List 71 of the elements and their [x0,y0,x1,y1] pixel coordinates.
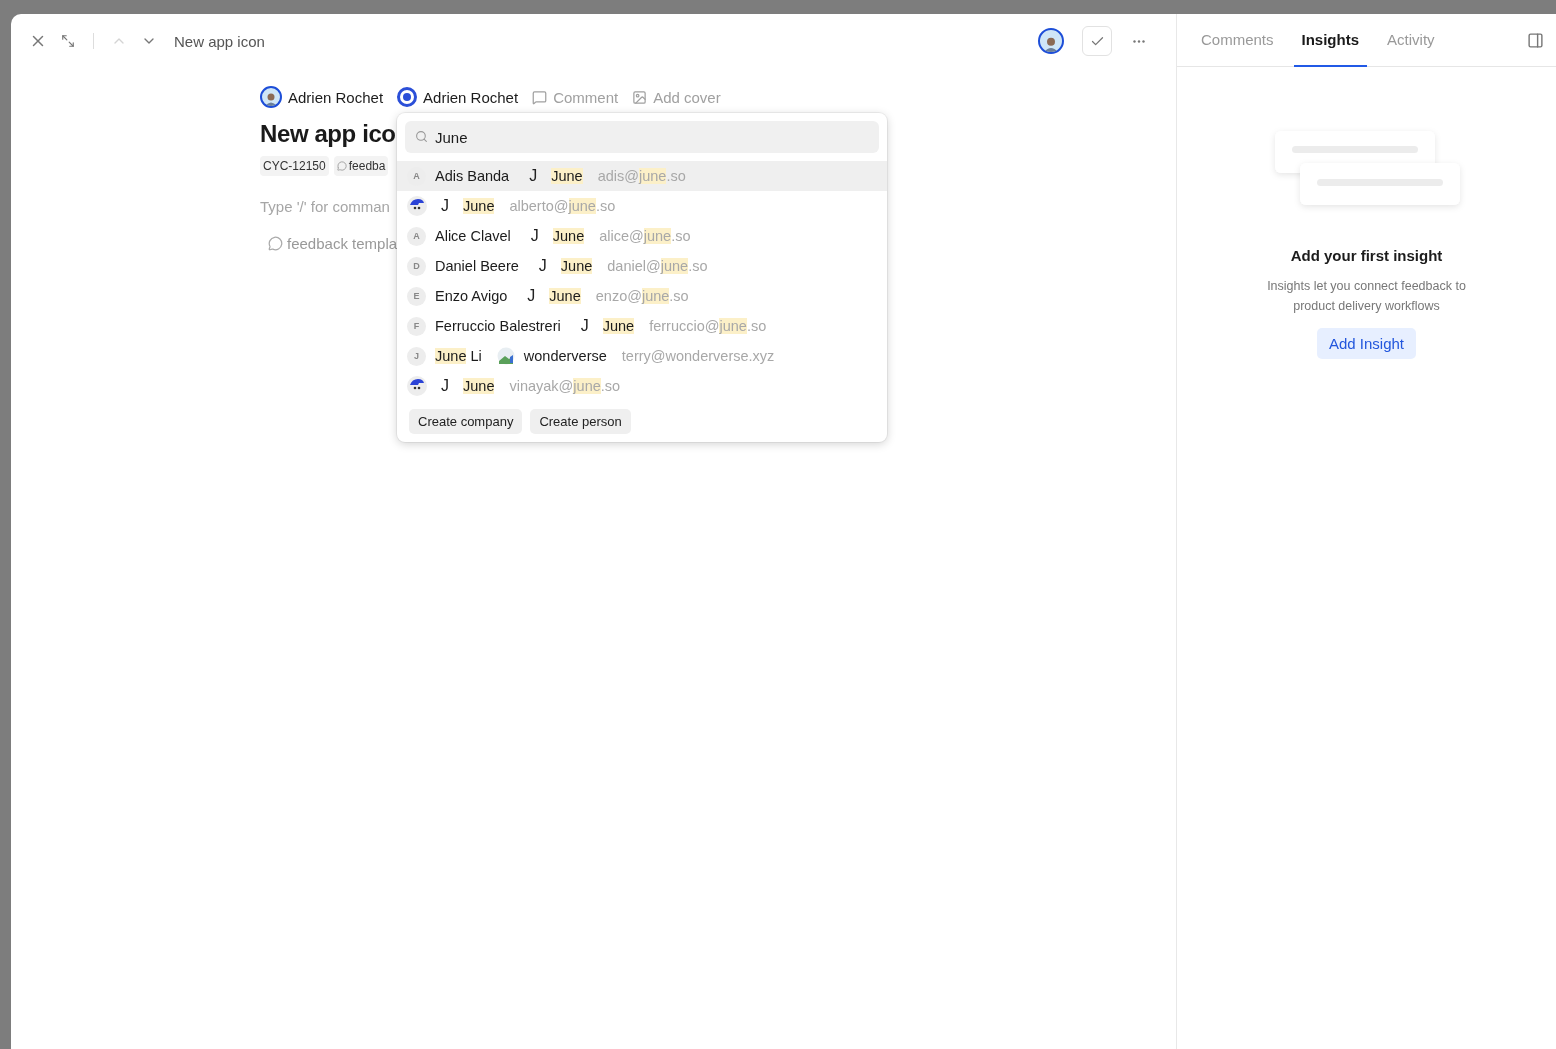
contact-option[interactable]: J June Li wonderverse terry@wonderverse.xyz [397,341,887,371]
contact-option[interactable]: D Daniel Beere J June daniel@june.so [397,251,887,281]
company-name: June [552,228,585,244]
company-name: June [463,378,495,394]
avatar-icon [407,196,427,216]
contact-name: Alice Clavel [435,228,511,244]
contact-name: Ferruccio Balestreri [435,318,561,334]
breadcrumb-title: New app icon [174,32,266,50]
empty-title: Add your first insight [1290,247,1443,264]
side-panel-icon [1527,31,1544,49]
company-name: June [602,318,635,334]
create-button[interactable]: Create company [409,409,523,434]
avatar-initial: D [407,256,426,276]
add-insight-button[interactable]: Add Insight [1316,328,1417,359]
avatar-icon [407,376,427,396]
company-logo: J [528,167,539,185]
contact-option[interactable]: J June alberto@june.so [397,191,887,221]
image-icon [632,89,648,105]
contact-option[interactable]: F Ferruccio Balestreri J June ferruccio@june.so [397,311,887,341]
company-name: wonderverse [523,348,607,364]
contact-email: enzo@june.so [595,288,689,304]
complete-button[interactable] [1082,26,1112,56]
avatar-initial: E [407,286,426,306]
comment-icon [532,89,548,105]
search-field[interactable]: June [405,121,879,153]
company-logo: J [440,197,450,215]
create-button[interactable]: Create person [530,409,631,434]
company-name: June [463,198,495,214]
contact-name: Adis Banda [435,168,510,184]
tag[interactable]: feedba [333,156,389,176]
contact-name: Daniel Beere [435,258,519,274]
contact-name: June Li [435,348,482,364]
contact-email: ferruccio@june.so [649,318,767,334]
contact-option[interactable]: E Enzo Avigo J June enzo@june.so [397,281,887,311]
avatar-icon[interactable] [1038,28,1064,54]
expand-icon [61,34,75,48]
property-button[interactable]: Adrien Rochet [260,86,384,108]
company-logo: J [537,257,548,275]
panel-tab[interactable]: Insights [1293,14,1368,67]
avatar-icon [260,86,282,108]
contact-email: adis@june.so [597,168,686,184]
company-name: June [549,288,581,304]
contact-option[interactable]: A Alice Clavel J June alice@june.so [397,221,887,251]
avatar-initial: F [407,316,426,336]
avatar-initial: J [407,346,426,366]
company-logo: J [440,377,450,395]
contact-option[interactable]: A Adis Banda J June adis@june.so [397,161,887,191]
contact-email: daniel@june.so [607,258,708,274]
contact-option[interactable]: J June vinayak@june.so [397,371,887,401]
company-logo: J [579,317,590,335]
contact-email: terry@wonderverse.xyz [621,348,775,364]
chat-icon [336,161,347,171]
company-name: June [551,168,583,184]
empty-description: Insights let you connect feedback to product delivery workflows [1266,278,1467,315]
search-icon [415,130,428,143]
contact-email: vinayak@june.so [509,378,621,394]
target-icon [397,87,418,107]
more-icon [1133,39,1145,43]
company-name: June [560,258,593,274]
page-title: New app ico [260,120,396,148]
property-button[interactable]: Adrien Rochet [397,87,519,107]
chat-icon [268,236,283,251]
panel-toggle-button[interactable] [1527,31,1544,49]
company-logo: J [526,287,537,305]
contact-name: Enzo Avigo [435,288,508,304]
contact-email: alice@june.so [599,228,691,244]
company-logo: J [529,227,540,245]
tag[interactable]: CYC-12150 [260,156,329,176]
avatar-initial: A [407,226,426,246]
contact-email: alberto@june.so [509,198,616,214]
company-logo-icon [496,347,515,365]
